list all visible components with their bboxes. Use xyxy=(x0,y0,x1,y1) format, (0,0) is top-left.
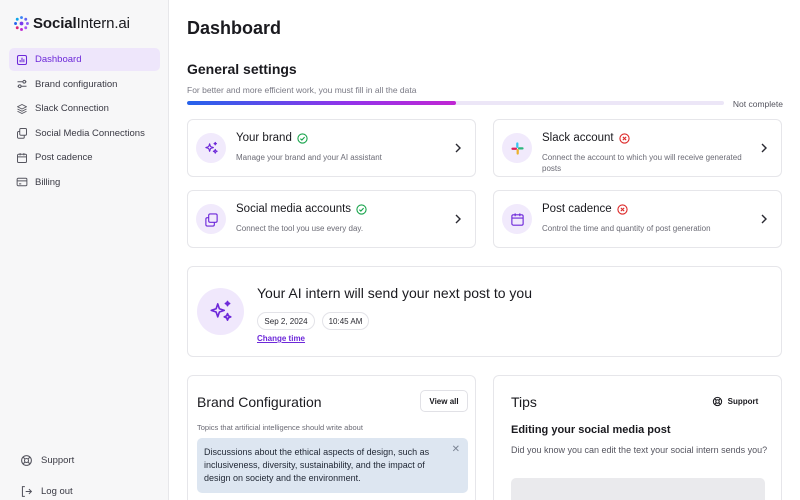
next-post-card: Your AI intern will send your next post … xyxy=(187,266,782,357)
lifebuoy-icon xyxy=(21,455,32,466)
card-title: Slack account xyxy=(542,132,630,144)
layers-icon xyxy=(17,103,27,114)
card-title: Post cadence xyxy=(542,203,628,215)
tips-video-thumbnail[interactable] xyxy=(511,478,765,500)
logout-icon xyxy=(21,486,33,497)
tips-body: Did you know you can edit the text your … xyxy=(511,445,768,455)
next-post-title: Your AI intern will send your next post … xyxy=(257,285,532,301)
calendar-icon xyxy=(17,152,27,163)
copy-icon-wrap xyxy=(196,204,226,234)
sparkles-icon-wrap xyxy=(196,133,226,163)
chevron-right-icon xyxy=(455,143,461,153)
sparkles-icon xyxy=(204,141,218,154)
chevron-right-icon xyxy=(761,214,767,224)
tips-support-button[interactable]: Support xyxy=(702,390,768,412)
sidebar-nav: Dashboard Brand configuration Slack Conn… xyxy=(9,48,160,195)
sidebar-item-post-cadence[interactable]: Post cadence xyxy=(9,146,160,169)
sidebar-item-slack-connection[interactable]: Slack Connection xyxy=(9,97,160,120)
slack-icon-wrap xyxy=(502,133,532,163)
support-label: Support xyxy=(727,396,759,406)
view-all-button[interactable]: View all xyxy=(420,390,468,412)
app-logo[interactable]: SocialIntern.ai xyxy=(13,15,130,32)
card-description: Control the time and quantity of post ge… xyxy=(542,224,711,233)
sidebar-item-social-media-connections[interactable]: Social Media Connections xyxy=(9,122,160,145)
social-media-accounts-card[interactable]: Social media accounts Connect the tool y… xyxy=(187,190,476,248)
brand-configuration-title: Brand Configuration xyxy=(197,394,322,410)
check-circle-icon xyxy=(356,203,367,215)
x-circle-icon xyxy=(617,203,628,215)
copy-icon xyxy=(204,212,218,227)
card-description: Connect the account to which you will re… xyxy=(542,153,742,173)
sidebar-support-link[interactable]: Support xyxy=(20,454,160,467)
tips-heading: Editing your social media post xyxy=(511,424,671,436)
slack-icon xyxy=(510,141,524,155)
remove-topic-icon[interactable]: ✕ xyxy=(452,443,460,456)
topic-text: Discussions about the ethical aspects of… xyxy=(204,447,430,483)
sidebar-item-label: Billing xyxy=(35,176,61,188)
sidebar-item-brand-configuration[interactable]: Brand configuration xyxy=(9,73,160,96)
calendar-icon xyxy=(510,212,524,226)
check-circle-icon xyxy=(297,132,308,144)
setup-progress-bar xyxy=(187,101,724,105)
sparkles-icon-wrap xyxy=(197,288,244,335)
your-brand-card[interactable]: Your brand Manage your brand and your AI… xyxy=(187,119,476,177)
page-title: Dashboard xyxy=(187,18,282,38)
credit-card-icon xyxy=(16,177,28,187)
card-title: Your brand xyxy=(236,132,308,144)
card-description: Manage your brand and your AI assistant xyxy=(236,153,382,162)
sidebar-item-label: Dashboard xyxy=(35,54,82,65)
x-circle-icon xyxy=(618,132,630,144)
slack-account-card[interactable]: Slack account Connect the account to whi… xyxy=(493,119,782,177)
post-cadence-card[interactable]: Post cadence Control the time and quanti… xyxy=(493,190,782,248)
tips-title: Tips xyxy=(511,394,537,410)
sparkles-icon xyxy=(209,300,232,321)
copy-icon xyxy=(17,128,27,139)
card-title: Social media accounts xyxy=(236,203,367,215)
general-settings-subtitle: For better and more efficient work, you … xyxy=(187,85,417,95)
sidebar-item-dashboard[interactable]: Dashboard xyxy=(9,48,160,71)
lifebuoy-icon xyxy=(712,396,722,406)
sidebar-item-label: Brand configuration xyxy=(35,78,118,90)
next-post-date: Sep 2, 2024 xyxy=(257,312,315,330)
logo-text: SocialIntern.ai xyxy=(33,15,130,32)
sidebar-item-billing[interactable]: Billing xyxy=(9,171,160,194)
tips-card: Tips Support Editing your social media p… xyxy=(493,375,782,500)
brand-configuration-card: Brand Configuration View all Topics that… xyxy=(187,375,476,500)
progress-status-label: Not complete xyxy=(732,99,783,109)
chevron-right-icon xyxy=(455,214,461,224)
general-settings-title: General settings xyxy=(187,61,297,77)
change-time-link[interactable]: Change time xyxy=(257,334,305,343)
sidebar: SocialIntern.ai Dashboard Brand configur… xyxy=(0,0,169,500)
sidebar-item-label: Post cadence xyxy=(35,152,93,163)
next-post-time: 10:45 AM xyxy=(322,312,369,330)
progress-fill xyxy=(187,101,456,105)
card-description: Connect the tool you use every day. xyxy=(236,224,364,233)
brand-configuration-subtitle: Topics that artificial intelligence shou… xyxy=(197,423,363,432)
logout-label: Log out xyxy=(41,486,73,497)
calendar-icon-wrap xyxy=(502,204,532,234)
sidebar-item-label: Social Media Connections xyxy=(35,127,145,139)
chart-icon xyxy=(16,54,28,65)
chevron-right-icon xyxy=(761,143,767,153)
logout-button[interactable]: Log out xyxy=(20,485,160,498)
sidebar-item-label: Slack Connection xyxy=(35,103,109,114)
support-label: Support xyxy=(41,455,75,466)
topic-item[interactable]: Discussions about the ethical aspects of… xyxy=(197,438,468,493)
sliders-icon xyxy=(17,79,27,89)
logo-mark-icon xyxy=(14,16,29,31)
